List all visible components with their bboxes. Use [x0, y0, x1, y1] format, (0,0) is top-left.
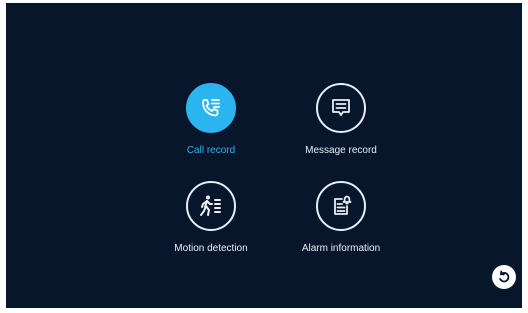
call-record-button[interactable]: Call record — [146, 83, 276, 173]
motion-detection-button[interactable]: Motion detection — [146, 181, 276, 271]
back-button[interactable] — [492, 265, 516, 289]
back-arrow-icon — [499, 270, 510, 283]
message-record-button[interactable]: Message record — [276, 83, 406, 173]
alarm-information-button[interactable]: Alarm information — [276, 181, 406, 271]
walking-person-icon — [186, 181, 236, 231]
alarm-information-label: Alarm information — [301, 243, 381, 254]
message-icon — [316, 83, 366, 133]
phone-list-icon — [186, 83, 236, 133]
message-record-label: Message record — [305, 145, 377, 156]
screen: Call record Message record Motion detect… — [6, 3, 522, 308]
call-record-label: Call record — [186, 145, 236, 156]
motion-detection-label: Motion detection — [174, 243, 248, 254]
alarm-document-icon — [316, 181, 366, 231]
